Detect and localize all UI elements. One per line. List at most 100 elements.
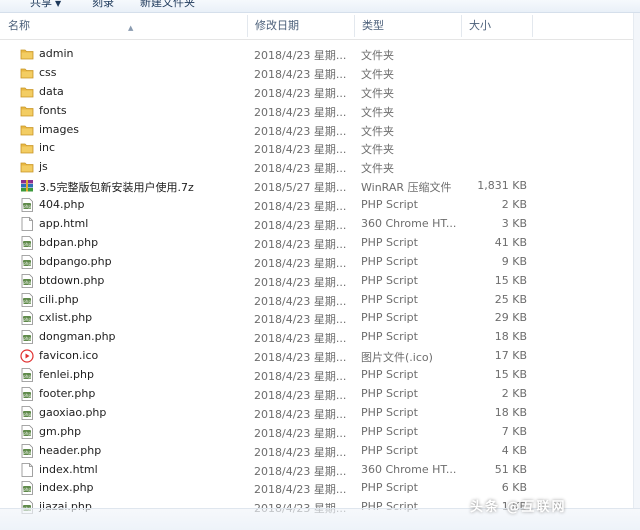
file-date: 2018/4/23 星期... (254, 389, 347, 403)
file-row[interactable]: php cxlist.php 2018/4/23 星期... PHP Script 29… (0, 309, 640, 328)
folder-icon (20, 104, 34, 118)
scrollbar-track[interactable] (633, 13, 640, 508)
file-name: footer.php (39, 387, 96, 401)
file-type: PHP Script (361, 198, 418, 212)
ico-file-icon (20, 349, 34, 363)
file-size: 18 KB (494, 330, 527, 344)
file-size: 7 KB (501, 424, 527, 438)
share-label: 共享 (30, 0, 52, 9)
svg-text:php: php (23, 431, 32, 437)
file-row[interactable]: favicon.ico 2018/4/23 星期... 图片文件(.ico) 17 K… (0, 347, 640, 366)
file-size: 3 KB (501, 217, 527, 231)
file-row[interactable]: php header.php 2018/4/23 星期... PHP Script 4 … (0, 442, 640, 461)
file-row[interactable]: php gm.php 2018/4/23 星期... PHP Script 7 KB (0, 423, 640, 442)
file-row[interactable]: php cili.php 2018/4/23 星期... PHP Script 25 K… (0, 291, 640, 310)
file-type: PHP Script (361, 311, 418, 325)
file-row[interactable]: php bdpan.php 2018/4/23 星期... PHP Script 41 … (0, 234, 640, 253)
file-name: index.html (39, 462, 98, 476)
file-row[interactable]: js 2018/4/23 星期... 文件夹 (0, 158, 640, 177)
column-divider[interactable] (532, 15, 533, 37)
file-size: 17 KB (494, 349, 527, 363)
file-row[interactable]: data 2018/4/23 星期... 文件夹 (0, 83, 640, 102)
php-file-icon: php (20, 236, 34, 250)
column-header-date[interactable]: 修改日期 (247, 13, 355, 39)
file-row[interactable]: admin 2018/4/23 星期... 文件夹 (0, 45, 640, 64)
php-file-icon: php (20, 406, 34, 420)
php-file-icon: php (20, 292, 34, 307)
file-type: 文件夹 (361, 67, 394, 81)
file-type: 文件夹 (361, 124, 394, 138)
new-folder-button[interactable]: 新建文件夹 (140, 0, 195, 10)
file-row[interactable]: images 2018/4/23 星期... 文件夹 (0, 121, 640, 140)
file-date: 2018/4/23 星期... (254, 464, 347, 478)
file-name: header.php (39, 443, 102, 457)
file-row[interactable]: php fenlei.php 2018/4/23 星期... PHP Script 15… (0, 366, 640, 385)
file-date: 2018/4/23 星期... (254, 49, 347, 62)
file-name: images (39, 122, 79, 136)
file-type: 文件夹 (361, 86, 394, 100)
php-file-icon: php (20, 198, 34, 213)
watermark-logo: 头条 @互联网 (470, 500, 567, 515)
file-name: dongman.php (39, 330, 116, 344)
file-type: PHP Script (361, 273, 418, 287)
file-row[interactable]: fonts 2018/4/23 星期... 文件夹 (0, 102, 640, 121)
file-date: 2018/4/23 星期... (254, 370, 347, 384)
file-type: PHP Script (361, 443, 418, 457)
php-file-icon: php (20, 443, 34, 458)
file-row[interactable]: php gaoxiao.php 2018/4/23 星期... PHP Script 1… (0, 404, 640, 423)
file-type: PHP Script (361, 368, 418, 382)
file-row[interactable]: 3.5完整版包新安装用户使用.7z 2018/5/27 星期... WinRAR 压… (0, 177, 640, 196)
file-row[interactable]: php dongman.php 2018/4/23 星期... PHP Script 1… (0, 328, 640, 347)
svg-text:php: php (23, 374, 32, 380)
burn-button[interactable]: 刻录 (92, 0, 114, 10)
php-file-icon: php (20, 330, 34, 345)
file-row[interactable]: app.html 2018/4/23 星期... 360 Chrome HT... 3… (0, 215, 640, 234)
column-header-size[interactable]: 大小 (461, 13, 533, 39)
file-type: PHP Script (361, 330, 418, 344)
file-name: fonts (39, 103, 67, 117)
file-type: 360 Chrome HT... (361, 217, 457, 231)
file-size: 25 KB (494, 292, 527, 306)
file-date: 2018/4/23 星期... (254, 332, 347, 346)
file-row[interactable]: index.html 2018/4/23 星期... 360 Chrome HT..… (0, 461, 640, 480)
file-date: 2018/4/23 星期... (254, 200, 347, 214)
file-name: fenlei.php (39, 368, 94, 382)
file-date: 2018/4/23 星期... (254, 124, 347, 138)
file-row[interactable]: php footer.php 2018/4/23 星期... PHP Script 2 … (0, 385, 640, 404)
file-size: 2 KB (501, 198, 527, 212)
file-date: 2018/4/23 星期... (254, 407, 347, 421)
html-file-icon (20, 217, 34, 231)
svg-text:php: php (23, 279, 32, 285)
svg-text:php: php (23, 412, 32, 418)
chevron-down-icon: ▼ (55, 0, 62, 8)
file-row[interactable]: php btdown.php 2018/4/23 星期... PHP Script 15… (0, 272, 640, 291)
file-row[interactable]: php bdpango.php 2018/4/23 星期... PHP Script 9… (0, 253, 640, 272)
file-date: 2018/5/27 星期... (254, 181, 347, 195)
php-file-icon: php (20, 387, 34, 401)
file-date: 2018/4/23 星期... (254, 351, 347, 365)
file-date: 2018/4/23 星期... (254, 143, 347, 157)
file-row[interactable]: php 404.php 2018/4/23 星期... PHP Script 2 KB (0, 196, 640, 215)
file-size: 6 KB (501, 481, 527, 495)
html-file-icon (20, 462, 34, 477)
file-size: 2 KB (501, 387, 527, 401)
php-file-icon: php (20, 481, 34, 496)
svg-text:php: php (23, 317, 32, 323)
file-size: 1,831 KB (477, 179, 527, 193)
column-header-name[interactable]: 名称 (0, 13, 248, 39)
file-name: app.html (39, 217, 89, 231)
file-date: 2018/4/23 星期... (254, 275, 347, 289)
archive-icon (20, 179, 34, 193)
svg-text:php: php (23, 298, 32, 304)
file-type: PHP Script (361, 424, 418, 438)
file-date: 2018/4/23 星期... (254, 313, 347, 327)
share-button[interactable]: 共享 ▼ (30, 0, 61, 10)
file-date: 2018/4/23 星期... (254, 426, 347, 440)
file-date: 2018/4/23 星期... (254, 105, 347, 119)
file-type: WinRAR 压缩文件 (361, 181, 452, 195)
file-row[interactable]: css 2018/4/23 星期... 文件夹 (0, 64, 640, 83)
column-header-type[interactable]: 类型 (354, 13, 462, 39)
file-row[interactable]: inc 2018/4/23 星期... 文件夹 (0, 139, 640, 158)
folder-icon (20, 141, 34, 155)
file-size: 9 KB (501, 254, 527, 268)
